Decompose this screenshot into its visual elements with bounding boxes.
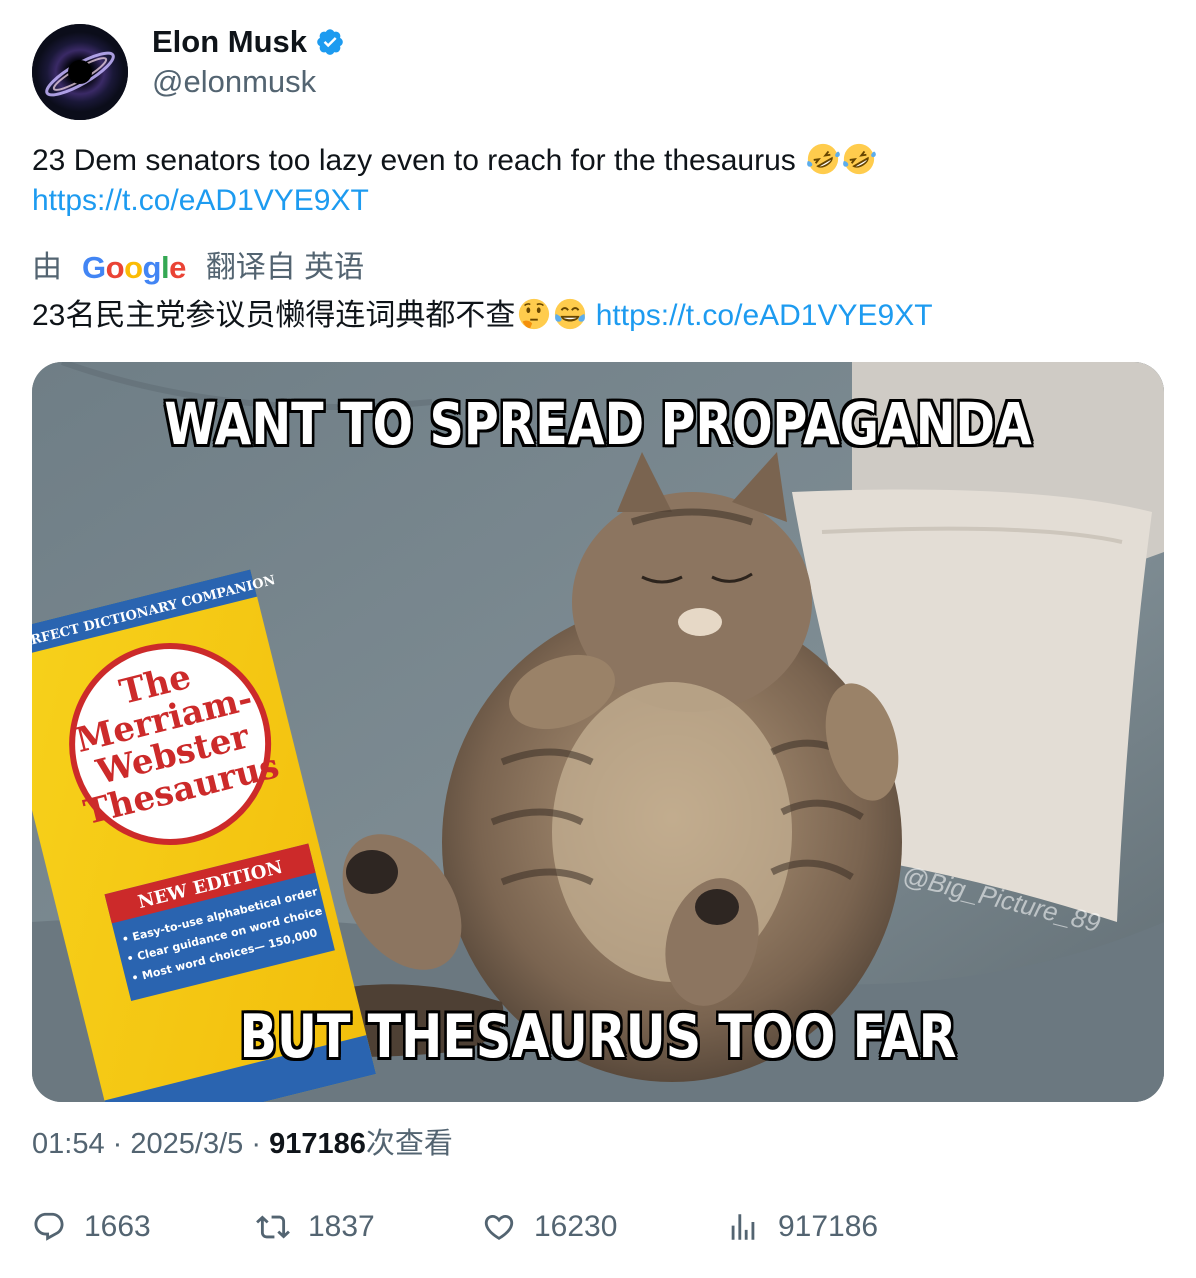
views-chart-icon <box>731 1214 755 1240</box>
reply-icon <box>34 1212 64 1241</box>
thinking-face-icon <box>519 298 550 330</box>
heart-icon <box>484 1214 514 1240</box>
avatar[interactable] <box>32 24 128 120</box>
translated-suffix: 翻译自 英语 <box>205 251 365 284</box>
rolling-on-floor-laughing-icon <box>843 143 876 175</box>
tweet-text: 23 Dem senators too lazy even to reach f… <box>32 141 1162 221</box>
retweet-button[interactable]: 1837 <box>256 1210 375 1244</box>
translated-prefix: 由 <box>32 251 62 284</box>
retweet-count: 1837 <box>308 1210 375 1243</box>
tweet-date[interactable]: 2025/3/5 <box>130 1128 243 1160</box>
meta-separator: · <box>251 1128 261 1160</box>
rolling-on-floor-laughing-icon <box>807 143 840 175</box>
views-action-count: 917186 <box>778 1210 879 1243</box>
author-name-row[interactable]: Elon Musk <box>152 22 345 62</box>
like-count: 16230 <box>534 1210 618 1243</box>
face-with-tears-of-joy-icon <box>555 298 586 330</box>
views-count: 917186 <box>269 1128 366 1160</box>
views-button[interactable]: 917186 <box>726 1210 878 1244</box>
tweet-body: 23 Dem senators too lazy even to reach f… <box>32 144 796 177</box>
tweet-card: Elon Musk @elonmusk 23 Dem senators too … <box>0 0 1196 1278</box>
google-logo: Google <box>82 250 186 285</box>
translated-body: 23名民主党参议员懒得连词典都不查 <box>32 299 516 332</box>
tweet-meta: 01:54 · 2025/3/5 · 917186次查看 <box>32 1124 453 1164</box>
verified-badge-icon <box>317 29 343 55</box>
translated-text: 23名民主党参议员懒得连词典都不查 https://t.co/eAD1VYE9X… <box>32 294 1162 338</box>
tweet-media-image[interactable]: ERFECT DICTIONARY COMPANION The Merriam-… <box>32 362 1164 1102</box>
tweet-actions: 1663 1837 16230 917186 <box>32 1210 1172 1254</box>
views-label: 次查看 <box>365 1128 453 1160</box>
meme-illustration: ERFECT DICTIONARY COMPANION The Merriam-… <box>32 362 1164 1102</box>
tweet-time[interactable]: 01:54 <box>32 1128 105 1160</box>
reply-button[interactable]: 1663 <box>32 1210 151 1244</box>
like-button[interactable]: 16230 <box>482 1210 617 1244</box>
translated-link[interactable]: https://t.co/eAD1VYE9XT <box>596 299 933 332</box>
meme-top-caption: WANT TO SPREAD PROPAGANDA <box>164 390 1032 458</box>
retweet-icon <box>256 1215 290 1239</box>
avatar-image <box>32 24 128 120</box>
meta-separator: · <box>112 1128 123 1160</box>
tweet-link[interactable]: https://t.co/eAD1VYE9XT <box>32 184 369 217</box>
reply-count: 1663 <box>84 1210 151 1243</box>
translated-by-line: 由 Google 翻译自 英语 <box>32 246 364 290</box>
author-handle[interactable]: @elonmusk <box>152 62 316 102</box>
display-name[interactable]: Elon Musk <box>152 22 307 62</box>
meme-bottom-caption: BUT THESAURUS TOO FAR <box>239 1002 957 1072</box>
